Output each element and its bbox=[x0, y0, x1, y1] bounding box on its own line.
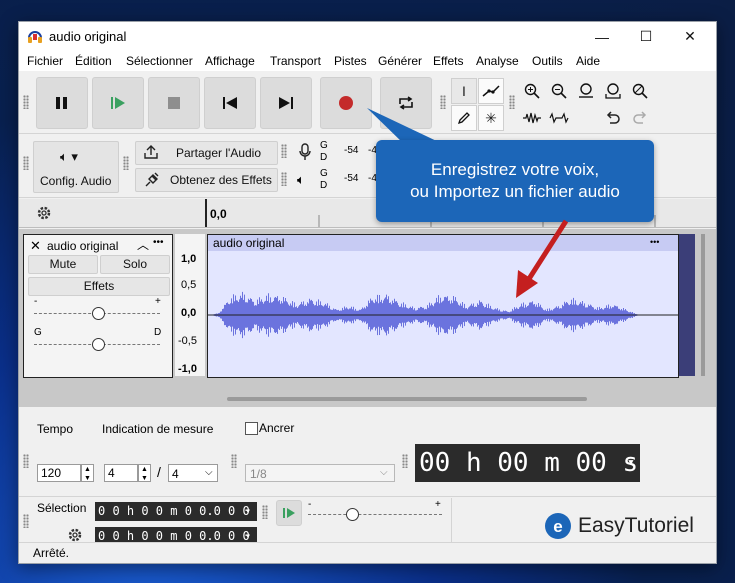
red-arrow-icon bbox=[516, 219, 569, 298]
